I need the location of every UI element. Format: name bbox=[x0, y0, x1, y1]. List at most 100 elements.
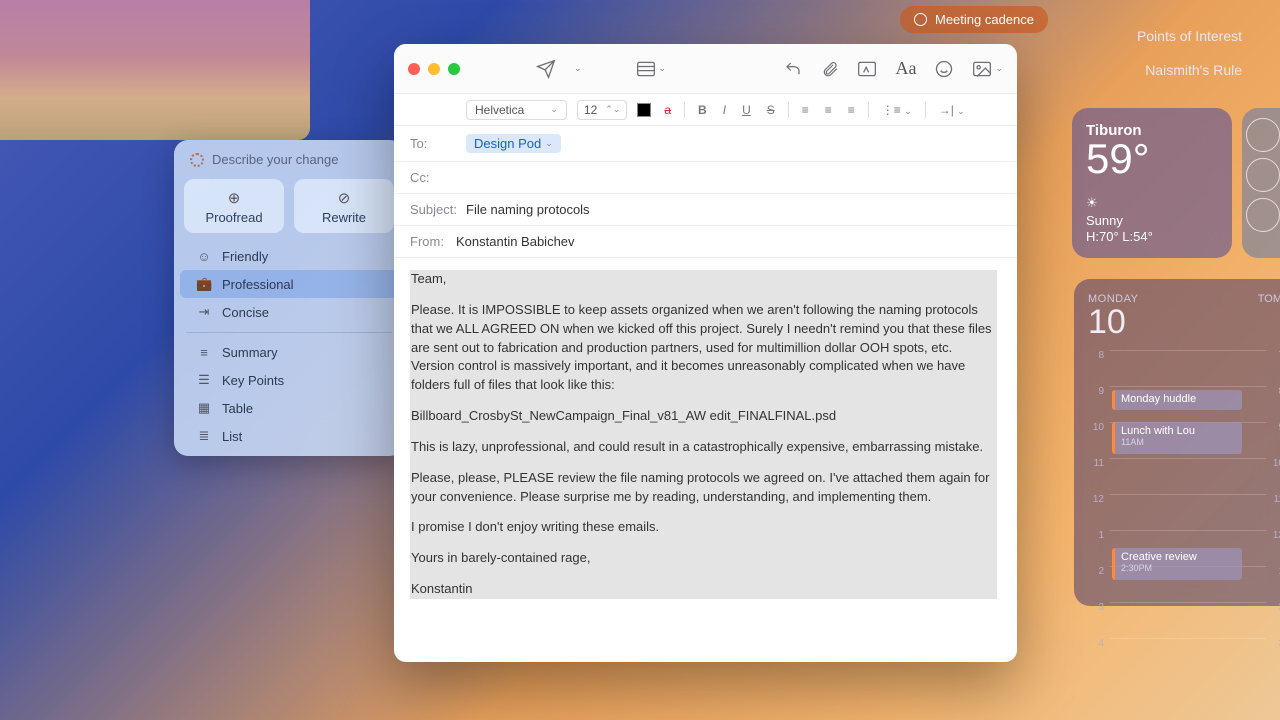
align-right-button[interactable]: ≡ bbox=[845, 103, 858, 117]
points-of-interest-link[interactable]: Points of Interest bbox=[1137, 28, 1242, 44]
photo-button[interactable]: ⌄ bbox=[972, 60, 1003, 78]
to-row[interactable]: To: Design Pod⌄ bbox=[394, 126, 1017, 162]
format-button[interactable]: Aa bbox=[895, 58, 916, 79]
body-paragraph: Konstantin bbox=[411, 580, 996, 599]
send-options-dropdown[interactable]: ⌄ bbox=[574, 63, 582, 74]
underline-button[interactable]: U bbox=[739, 103, 754, 117]
selected-text: Team, Please. It is IMPOSSIBLE to keep a… bbox=[410, 270, 997, 599]
font-name: Helvetica bbox=[475, 103, 524, 117]
chevron-updown-icon: ⌄ bbox=[550, 104, 558, 115]
cc-label: Cc: bbox=[410, 170, 466, 185]
writing-tools-panel: Describe your change ⊕ Proofread ⊘ Rewri… bbox=[174, 140, 404, 456]
minimize-button[interactable] bbox=[428, 63, 440, 75]
font-size-stepper[interactable]: 12 ⌃⌄ bbox=[577, 100, 627, 120]
prompt-text: Describe your change bbox=[212, 152, 338, 167]
from-value: Konstantin Babichev bbox=[456, 234, 575, 249]
smile-icon: ☺ bbox=[196, 249, 212, 264]
calendar-event[interactable]: Creative review2:30PM bbox=[1112, 548, 1242, 580]
hour-row: 1110 bbox=[1088, 458, 1280, 494]
lines-icon: ≡ bbox=[196, 345, 212, 360]
text-color-swatch[interactable] bbox=[637, 103, 651, 117]
magnify-icon: ⊕ bbox=[188, 189, 280, 207]
hour-row: 1211 bbox=[1088, 494, 1280, 530]
calendar-widget[interactable]: MONDAY 10 TOM 879810911101211112213243Mo… bbox=[1074, 279, 1280, 606]
subject-label: Subject: bbox=[410, 202, 466, 217]
meeting-cadence-tag[interactable]: Meeting cadence bbox=[900, 6, 1048, 33]
font-family-select[interactable]: Helvetica ⌄ bbox=[466, 100, 567, 120]
format-table[interactable]: ▦Table bbox=[180, 394, 398, 422]
hour-row: 87 bbox=[1088, 350, 1280, 386]
world-clock-widget[interactable] bbox=[1242, 108, 1280, 258]
concise-label: Concise bbox=[222, 305, 269, 320]
bold-button[interactable]: B bbox=[695, 103, 710, 117]
body-paragraph: Yours in barely-contained rage, bbox=[411, 549, 996, 568]
zoom-button[interactable] bbox=[448, 63, 460, 75]
header-fields-button[interactable]: ⌄ bbox=[636, 60, 667, 78]
weather-temp: 59° bbox=[1086, 135, 1218, 183]
attach-button[interactable] bbox=[821, 59, 839, 79]
weather-widget[interactable]: Tiburon 59° ☀︎ Sunny H:70° L:54° bbox=[1072, 108, 1232, 258]
strikethrough-button[interactable]: S bbox=[764, 103, 778, 117]
friendly-label: Friendly bbox=[222, 249, 268, 264]
describe-change-prompt[interactable]: Describe your change bbox=[174, 140, 404, 179]
from-row[interactable]: From: Konstantin Babichev bbox=[394, 226, 1017, 257]
format-summary[interactable]: ≡Summary bbox=[180, 339, 398, 366]
separator bbox=[186, 332, 392, 333]
stepper-icon: ⌃⌄ bbox=[605, 104, 620, 115]
body-paragraph: This is lazy, unprofessional, and could … bbox=[411, 438, 996, 457]
close-button[interactable] bbox=[408, 63, 420, 75]
compose-window: ⌄ ⌄ Aa ⌄ Helvetica ⌄ 12 ⌃⌄ a B I U S ≡ ≡ ≡… bbox=[394, 44, 1017, 662]
calendar-event[interactable]: Lunch with Lou11AM bbox=[1112, 422, 1242, 454]
body-paragraph: Please. It is IMPOSSIBLE to keep assets … bbox=[411, 301, 996, 395]
message-body[interactable]: Team, Please. It is IMPOSSIBLE to keep a… bbox=[394, 258, 1017, 662]
clock-icon bbox=[1246, 198, 1280, 232]
italic-button[interactable]: I bbox=[720, 103, 729, 117]
proofread-button[interactable]: ⊕ Proofread bbox=[184, 179, 284, 233]
to-label: To: bbox=[410, 136, 466, 151]
naismith-rule-link[interactable]: Naismith's Rule bbox=[1145, 62, 1242, 78]
markup-button[interactable] bbox=[857, 60, 877, 78]
calendar-daynumber: 10 bbox=[1088, 303, 1280, 342]
proofread-label: Proofread bbox=[205, 210, 262, 225]
recipient-pill[interactable]: Design Pod⌄ bbox=[466, 134, 561, 153]
tone-professional[interactable]: 💼Professional bbox=[180, 270, 398, 298]
rewrite-button[interactable]: ⊘ Rewrite bbox=[294, 179, 394, 233]
body-paragraph: Billboard_CrosbySt_NewCampaign_Final_v81… bbox=[411, 407, 996, 426]
list-icon: ≣ bbox=[196, 428, 212, 444]
format-bar: Helvetica ⌄ 12 ⌃⌄ a B I U S ≡ ≡ ≡ ⋮≡ ⌄ →| … bbox=[394, 94, 1017, 126]
calendar-grid: 879810911101211112213243Monday huddleLun… bbox=[1088, 350, 1280, 595]
keypoints-label: Key Points bbox=[222, 373, 284, 388]
pencil-circle-icon: ⊘ bbox=[298, 189, 390, 207]
weather-condition: Sunny bbox=[1086, 213, 1218, 228]
reply-button[interactable] bbox=[783, 60, 803, 78]
format-list[interactable]: ≣List bbox=[180, 422, 398, 450]
emoji-button[interactable] bbox=[934, 59, 954, 79]
bullets-icon: ☰ bbox=[196, 372, 212, 388]
cc-row[interactable]: Cc: bbox=[394, 162, 1017, 194]
circle-icon bbox=[914, 13, 927, 26]
sun-icon: ☀︎ bbox=[1086, 195, 1218, 211]
hour-row: 32 bbox=[1088, 602, 1280, 638]
weather-hilo: H:70° L:54° bbox=[1086, 229, 1218, 244]
compress-icon: ⇥ bbox=[196, 304, 212, 320]
strike-color-button[interactable]: a bbox=[661, 103, 674, 117]
separator bbox=[925, 102, 926, 118]
tone-friendly[interactable]: ☺ Friendly bbox=[180, 243, 398, 270]
align-center-button[interactable]: ≡ bbox=[822, 103, 835, 117]
send-button[interactable] bbox=[536, 59, 556, 79]
tone-concise[interactable]: ⇥ Concise bbox=[180, 298, 398, 326]
clock-icon bbox=[1246, 118, 1280, 152]
format-keypoints[interactable]: ☰ Key Points bbox=[180, 366, 398, 394]
body-paragraph: Please, please, PLEASE review the file n… bbox=[411, 469, 996, 507]
align-left-button[interactable]: ≡ bbox=[799, 103, 812, 117]
subject-row[interactable]: Subject: File naming protocols bbox=[394, 194, 1017, 226]
clock-icon bbox=[1246, 158, 1280, 192]
professional-label: Professional bbox=[222, 277, 294, 292]
list-button[interactable]: ⋮≡ ⌄ bbox=[879, 103, 915, 117]
font-size: 12 bbox=[584, 103, 597, 117]
body-paragraph: I promise I don't enjoy writing these em… bbox=[411, 518, 996, 537]
grid-icon: ▦ bbox=[196, 400, 212, 416]
indent-button[interactable]: →| ⌄ bbox=[936, 103, 968, 117]
message-headers: To: Design Pod⌄ Cc: Subject: File naming… bbox=[394, 126, 1017, 258]
calendar-event[interactable]: Monday huddle bbox=[1112, 390, 1242, 410]
